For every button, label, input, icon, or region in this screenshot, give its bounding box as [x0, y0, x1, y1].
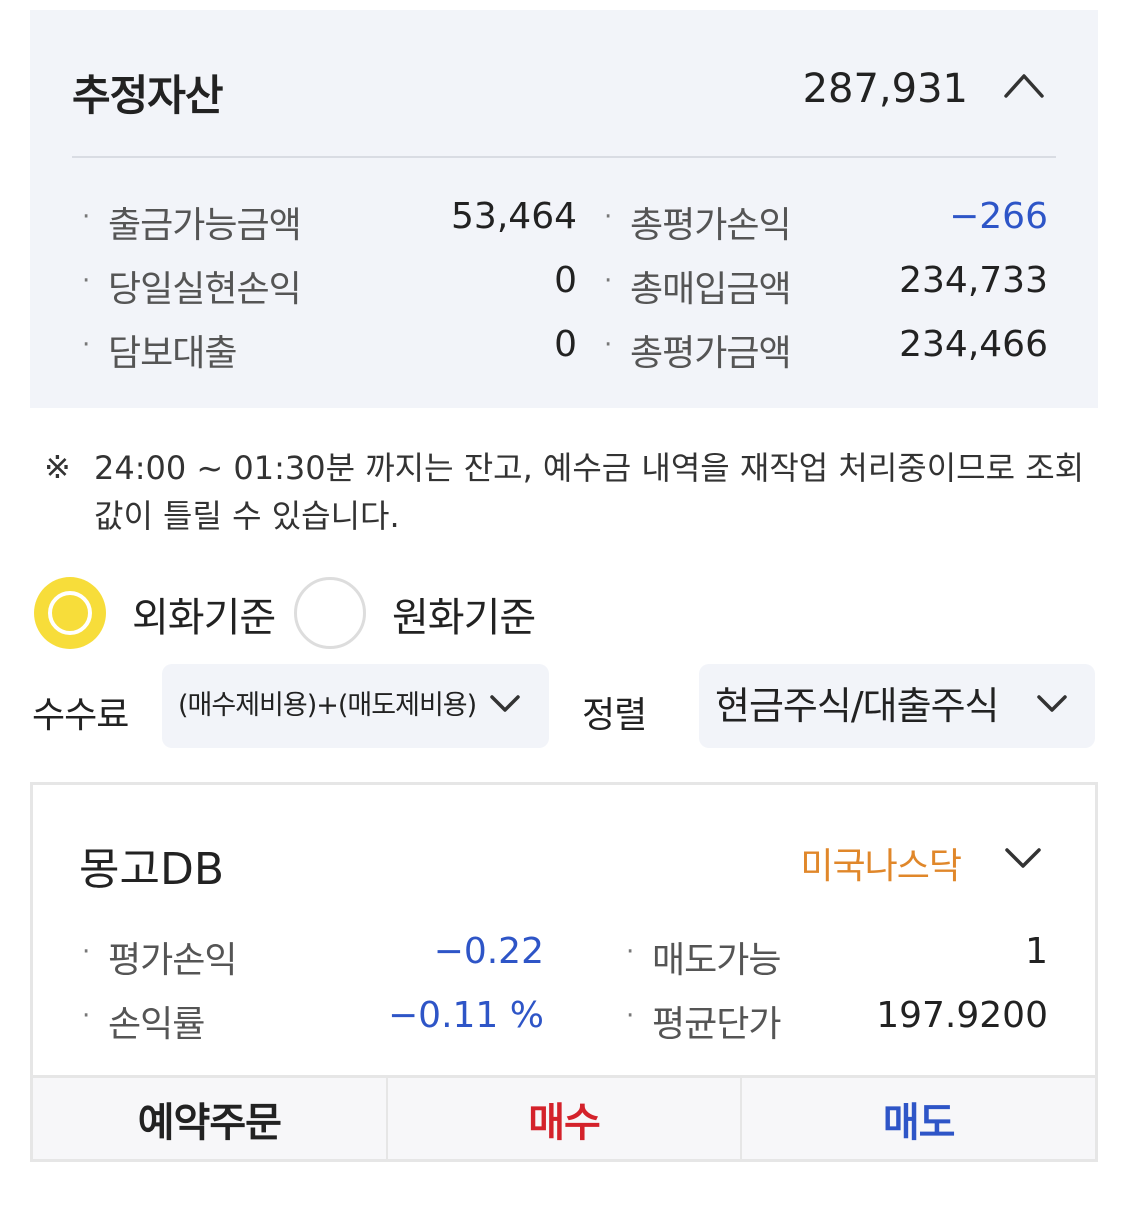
- bullet: ·: [82, 937, 91, 967]
- radio-unselected-icon: [294, 577, 366, 649]
- sort-select-value: 현금주식/대출주식: [715, 684, 999, 728]
- estimated-assets-card: 추정자산 287,931 · 출금가능금액 53,464 · 당일실현손익 0 …: [30, 10, 1098, 408]
- estimated-assets-total: 287,931: [802, 66, 968, 112]
- notice-mark: ※: [44, 448, 71, 486]
- total-purchase-value: 234,733: [899, 260, 1048, 301]
- eval-pl-label: 평가손익: [108, 940, 237, 981]
- total-purchase-label: 총매입금액: [630, 269, 792, 310]
- chevron-up-icon[interactable]: [1002, 70, 1046, 100]
- bullet: ·: [604, 266, 613, 296]
- radio-selected-icon: [34, 577, 106, 649]
- buy-button[interactable]: 매수: [388, 1078, 743, 1159]
- holding-card: 몽고DB 미국나스닥 · 평가손익 −0.22 · 손익률 −0.11 % · …: [30, 782, 1098, 1162]
- total-eval-pl-value: −266: [949, 196, 1048, 237]
- bullet: ·: [82, 202, 91, 232]
- sort-select[interactable]: 현금주식/대출주식: [699, 664, 1095, 748]
- bullet: ·: [82, 266, 91, 296]
- chevron-down-icon[interactable]: [1003, 845, 1043, 871]
- realized-pl-today-label: 당일실현손익: [108, 269, 302, 310]
- sell-button[interactable]: 매도: [742, 1078, 1095, 1159]
- radio-foreign-currency-label: 외화기준: [132, 595, 276, 641]
- summary-divider: [72, 156, 1056, 158]
- bullet: ·: [626, 1001, 635, 1031]
- chevron-down-icon: [490, 695, 520, 712]
- return-rate-value: −0.11 %: [388, 995, 544, 1036]
- bullet: ·: [82, 330, 91, 360]
- collateral-loan-label: 담보대출: [108, 333, 237, 374]
- sellable-qty-label: 매도가능: [652, 940, 781, 981]
- withdrawable-amount-label: 출금가능금액: [108, 205, 302, 246]
- bullet: ·: [82, 1001, 91, 1031]
- total-eval-amount-value: 234,466: [899, 324, 1048, 365]
- collateral-loan-value: 0: [554, 324, 577, 365]
- avg-price-label: 평균단가: [652, 1004, 781, 1045]
- stock-name: 몽고DB: [79, 844, 225, 895]
- total-eval-pl-label: 총평가손익: [630, 205, 792, 246]
- realized-pl-today-value: 0: [554, 260, 577, 301]
- fee-label: 수수료: [32, 695, 129, 736]
- fee-select-value: (매수제비용)+(매도제비용): [178, 690, 477, 721]
- estimated-assets-title: 추정자산: [72, 71, 224, 120]
- bullet: ·: [604, 330, 613, 360]
- withdrawable-amount-value: 53,464: [451, 196, 577, 237]
- return-rate-label: 손익률: [108, 1004, 205, 1045]
- radio-krw-currency[interactable]: 원화기준: [294, 577, 554, 651]
- avg-price-value: 197.9200: [876, 995, 1048, 1036]
- notice-text: 24:00 ~ 01:30분 까지는 잔고, 예수금 내역을 재작업 처리중이므…: [94, 449, 1085, 535]
- bullet: ·: [604, 202, 613, 232]
- bullet: ·: [626, 937, 635, 967]
- sellable-qty-value: 1: [1025, 931, 1048, 972]
- radio-foreign-currency[interactable]: 외화기준: [34, 577, 284, 651]
- eval-pl-value: −0.22: [433, 931, 544, 972]
- total-eval-amount-label: 총평가금액: [630, 333, 792, 374]
- chevron-down-icon: [1037, 695, 1067, 712]
- order-action-bar: 예약주문 매수 매도: [33, 1075, 1095, 1159]
- radio-krw-currency-label: 원화기준: [392, 595, 536, 641]
- market-label: 미국나스닥: [800, 846, 962, 887]
- fee-select[interactable]: (매수제비용)+(매도제비용): [162, 664, 549, 748]
- reserve-order-button[interactable]: 예약주문: [33, 1078, 388, 1159]
- sort-label: 정렬: [582, 695, 647, 736]
